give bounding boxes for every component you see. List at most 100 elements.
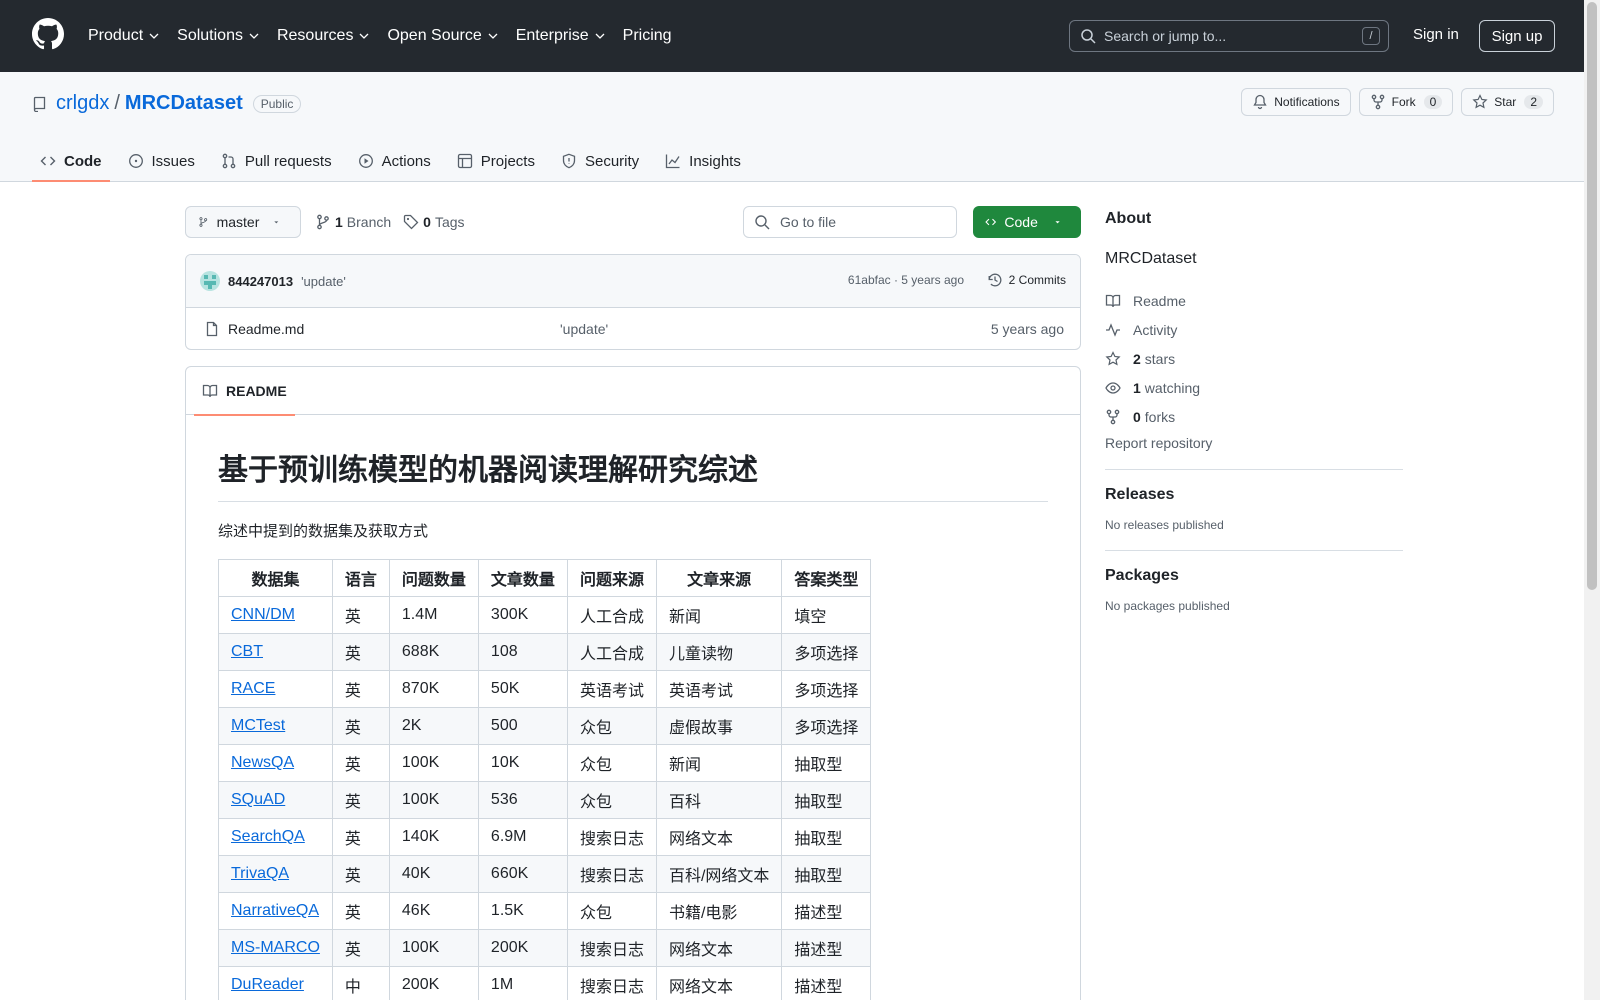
caret-down-icon [274,221,279,224]
dataset-link[interactable]: SQuAD [231,791,285,808]
scrollbar-thumb[interactable] [1587,2,1597,590]
commits-link[interactable]: 2 Commits [987,272,1066,288]
table-cell: 众包 [566,744,657,782]
dataset-link[interactable]: MS-MARCO [231,939,320,956]
tab-actions[interactable]: Actions [350,140,439,182]
readme-header: README [186,367,1080,416]
table-cell: 抽取型 [781,818,872,856]
table-cell: 2K [388,707,479,745]
branch-icon [317,214,329,230]
github-logo-icon[interactable] [32,18,64,50]
commit-message[interactable]: 'update' [301,274,346,289]
packages-empty: No packages published [1105,599,1230,613]
notifications-button[interactable]: Notifications [1241,88,1351,116]
releases-empty: No releases published [1105,518,1224,532]
tab-issues[interactable]: Issues [120,140,203,182]
table-cell: 描述型 [781,966,872,1000]
table-cell: 英 [331,855,390,893]
global-search-input[interactable]: Search or jump to... / [1069,20,1389,52]
tags-link[interactable]: Tags [435,214,465,230]
table-cell: 10K [477,744,568,782]
history-icon [988,273,1002,287]
table-cell: 虚假故事 [655,707,783,745]
dataset-link[interactable]: RACE [231,680,275,697]
table-cell: 140K [388,818,479,856]
table-cell: 200K [388,966,479,1000]
packages-heading[interactable]: Packages [1105,567,1403,585]
table-cell: 抽取型 [781,781,872,819]
stars-link[interactable]: 2 stars [1105,344,1403,373]
tab-security[interactable]: Security [553,140,647,182]
dataset-link[interactable]: SearchQA [231,828,305,845]
table-cell: 100K [388,781,479,819]
table-cell: 英 [331,892,390,930]
file-row[interactable]: Readme.md 'update' 5 years ago [186,308,1080,349]
readme-link[interactable]: Readme [1105,286,1403,315]
report-repository-link[interactable]: Report repository [1105,435,1403,451]
tab-pull-requests[interactable]: Pull requests [213,140,340,182]
nav-pricing[interactable]: Pricing [623,27,672,45]
table-cell: 新闻 [655,744,783,782]
nav-resources[interactable]: Resources [277,27,369,45]
forks-link[interactable]: 0 forks [1105,402,1403,431]
dataset-link[interactable]: CNN/DM [231,606,295,623]
avatar[interactable] [200,271,220,291]
table-cell: 众包 [566,892,657,930]
readme-tab[interactable]: README [194,367,295,416]
dataset-link[interactable]: NewsQA [231,754,294,771]
table-cell: 50K [477,670,568,708]
watchers-link[interactable]: 1 watching [1105,373,1403,402]
nav-solutions[interactable]: Solutions [177,27,259,45]
table-cell: 英 [331,670,390,708]
table-cell: SearchQA [218,818,333,856]
dataset-link[interactable]: NarrativeQA [231,902,319,919]
global-header: Product Solutions Resources Open Source … [0,0,1600,72]
identicon-icon [204,275,216,289]
tab-projects[interactable]: Projects [449,140,543,182]
tab-insights[interactable]: Insights [657,140,749,182]
nav-open-source[interactable]: Open Source [387,27,498,45]
table-cell: 英 [331,633,390,671]
table-cell: 300K [477,596,568,634]
branch-link[interactable]: Branch [347,214,391,230]
dataset-link[interactable]: DuReader [231,976,304,993]
table-cell: 100K [388,929,479,967]
activity-link[interactable]: Activity [1105,315,1403,344]
table-cell: 搜索日志 [566,966,657,1000]
table-row: MS-MARCO 英 100K 200K 搜索日志 网络文本 描述型 [218,929,872,967]
repo-name-link[interactable]: MRCDataset [125,92,243,115]
sign-in-link[interactable]: Sign in [1413,26,1459,43]
branch-count[interactable]: 1 [335,214,343,230]
eye-icon [1105,381,1121,394]
table-cell: 网络文本 [655,966,783,1000]
tab-code[interactable]: Code [32,140,110,182]
star-button[interactable]: Star 2 [1461,88,1554,116]
branch-selector[interactable]: master [185,206,301,238]
code-download-button[interactable]: Code [973,206,1081,238]
commit-hash-time[interactable]: 61abfac · 5 years ago [848,273,964,287]
releases-heading[interactable]: Releases [1105,486,1403,504]
table-cell: 描述型 [781,929,872,967]
table-cell: 500 [477,707,568,745]
dataset-link[interactable]: TrivaQA [231,865,289,882]
readme-intro: 综述中提到的数据集及获取方式 [218,523,429,540]
file-commit-message[interactable]: 'update' [560,321,608,337]
table-cell: 新闻 [655,596,783,634]
table-cell: 660K [477,855,568,893]
nav-product[interactable]: Product [88,27,159,45]
repo-owner-link[interactable]: crlgdx [56,92,109,115]
tag-count[interactable]: 0 [423,214,431,230]
commit-author[interactable]: 844247013 [228,274,293,289]
sign-up-button[interactable]: Sign up [1479,20,1555,52]
fork-button[interactable]: Fork 0 [1358,88,1454,116]
table-header-cell: 数据集 [218,559,333,597]
table-header-cell: 问题数量 [388,559,479,597]
go-to-file-input[interactable]: Go to file [743,206,957,238]
file-name[interactable]: Readme.md [228,321,304,337]
table-cell: 人工合成 [566,596,657,634]
nav-enterprise[interactable]: Enterprise [516,27,605,45]
table-cell: MCTest [218,707,333,745]
dataset-link[interactable]: CBT [231,643,263,660]
dataset-link[interactable]: MCTest [231,717,285,734]
fork-icon [1371,94,1384,110]
